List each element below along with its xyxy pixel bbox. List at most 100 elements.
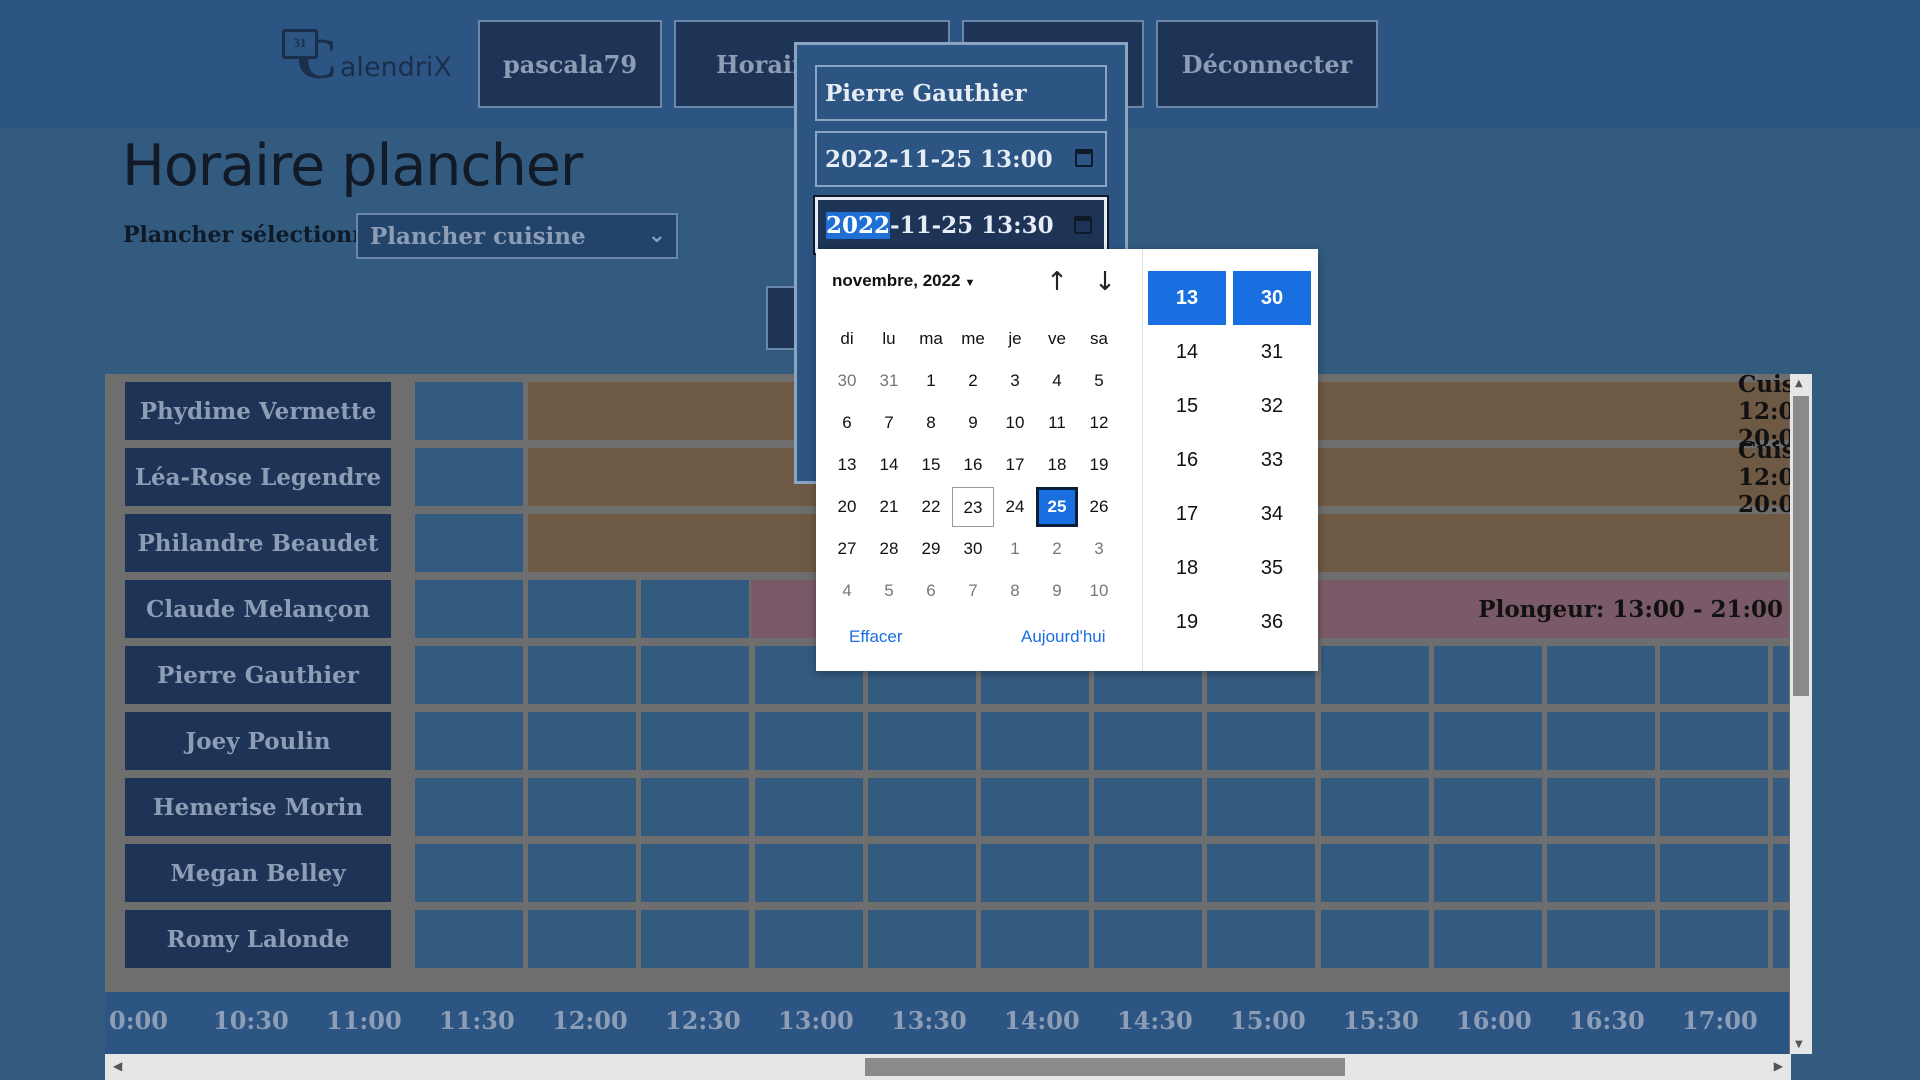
scroll-down-icon[interactable]: ▼ (1795, 1039, 1803, 1050)
calendar-day[interactable]: 10 (1078, 571, 1120, 611)
end-datetime-field[interactable]: 2022 -11-25 13:30 (813, 195, 1109, 255)
calendar-day[interactable]: 6 (910, 571, 952, 611)
schedule-cell[interactable] (1321, 646, 1429, 704)
schedule-cell[interactable] (1094, 844, 1202, 902)
schedule-cell[interactable] (641, 844, 749, 902)
calendar-day[interactable]: 26 (1078, 487, 1120, 527)
calendar-day[interactable]: 9 (1036, 571, 1078, 611)
schedule-cell[interactable] (1547, 646, 1655, 704)
schedule-cell[interactable] (755, 844, 863, 902)
calendar-day[interactable]: 9 (952, 403, 994, 443)
calendar-day[interactable]: 25 (1036, 487, 1078, 527)
employee-name[interactable]: Hemerise Morin (125, 778, 391, 836)
employee-field[interactable]: Pierre Gauthier (815, 65, 1107, 121)
schedule-cell[interactable] (1773, 646, 1789, 704)
logout-button[interactable]: Déconnecter (1156, 20, 1378, 108)
schedule-cell[interactable] (868, 844, 976, 902)
employee-name[interactable]: Claude Melançon (125, 580, 391, 638)
arrow-up-icon[interactable]: ↑ (1042, 267, 1072, 297)
schedule-cell[interactable] (415, 844, 523, 902)
calendar-day[interactable]: 6 (826, 403, 868, 443)
schedule-cell[interactable] (1434, 646, 1542, 704)
calendar-day[interactable]: 22 (910, 487, 952, 527)
calendar-day[interactable]: 27 (826, 529, 868, 569)
calendar-day[interactable]: 1 (994, 529, 1036, 569)
schedule-cell[interactable] (415, 580, 523, 638)
schedule-cell[interactable] (1547, 910, 1655, 968)
schedule-cell[interactable] (415, 382, 523, 440)
schedule-cell[interactable] (528, 778, 636, 836)
scroll-left-icon[interactable]: ◀ (113, 1059, 122, 1073)
schedule-cell[interactable] (1547, 778, 1655, 836)
calendar-day[interactable]: 8 (910, 403, 952, 443)
schedule-cell[interactable] (415, 778, 523, 836)
today-button[interactable]: Aujourd'hui (1021, 627, 1106, 647)
scroll-up-icon[interactable]: ▲ (1795, 378, 1803, 389)
arrow-down-icon[interactable]: ↓ (1090, 267, 1120, 297)
hour-option[interactable]: 16 (1148, 433, 1226, 487)
employee-name[interactable]: Pierre Gauthier (125, 646, 391, 704)
schedule-cell[interactable] (641, 646, 749, 704)
calendar-day[interactable]: 2 (1036, 529, 1078, 569)
calendar-day[interactable]: 2 (952, 361, 994, 401)
hour-option[interactable]: 17 (1148, 487, 1226, 541)
schedule-cell[interactable] (641, 910, 749, 968)
schedule-cell[interactable] (528, 580, 636, 638)
calendar-day[interactable]: 21 (868, 487, 910, 527)
schedule-cell[interactable] (1094, 778, 1202, 836)
calendar-icon[interactable] (1075, 149, 1093, 167)
schedule-cell[interactable] (1434, 712, 1542, 770)
calendar-day[interactable]: 8 (994, 571, 1036, 611)
hour-option[interactable]: 19 (1148, 595, 1226, 649)
schedule-cell[interactable] (528, 844, 636, 902)
schedule-cell[interactable] (1434, 778, 1542, 836)
schedule-cell[interactable] (1773, 778, 1789, 836)
minute-option[interactable]: 32 (1233, 379, 1311, 433)
calendar-day[interactable]: 23 (952, 487, 994, 527)
schedule-cell[interactable] (981, 712, 1089, 770)
month-selector[interactable]: novembre, 2022 ▼ (832, 271, 975, 291)
employee-name[interactable]: Romy Lalonde (125, 910, 391, 968)
employee-name[interactable]: Léa-Rose Legendre (125, 448, 391, 506)
hour-option[interactable]: 15 (1148, 379, 1226, 433)
scroll-thumb[interactable] (865, 1058, 1345, 1076)
calendar-day[interactable]: 1 (910, 361, 952, 401)
schedule-cell[interactable] (755, 712, 863, 770)
schedule-cell[interactable] (1773, 910, 1789, 968)
schedule-cell[interactable] (528, 910, 636, 968)
minute-option[interactable]: 30 (1233, 271, 1311, 325)
floor-select[interactable]: Plancher cuisine ⌄ (356, 213, 678, 259)
schedule-cell[interactable] (1660, 844, 1768, 902)
schedule-cell[interactable] (981, 778, 1089, 836)
schedule-cell[interactable] (1321, 844, 1429, 902)
schedule-cell[interactable] (641, 712, 749, 770)
calendar-day[interactable]: 31 (868, 361, 910, 401)
calendar-day[interactable]: 24 (994, 487, 1036, 527)
schedule-cell[interactable] (1094, 910, 1202, 968)
schedule-cell[interactable] (981, 844, 1089, 902)
calendar-day[interactable]: 20 (826, 487, 868, 527)
schedule-cell[interactable] (1207, 778, 1315, 836)
schedule-cell[interactable] (981, 910, 1089, 968)
schedule-cell[interactable] (1321, 778, 1429, 836)
end-year-segment[interactable]: 2022 (826, 211, 891, 239)
calendar-day[interactable]: 19 (1078, 445, 1120, 485)
calendar-day[interactable]: 10 (994, 403, 1036, 443)
schedule-cell[interactable] (868, 910, 976, 968)
schedule-cell[interactable] (415, 514, 523, 572)
schedule-cell[interactable] (528, 712, 636, 770)
schedule-cell[interactable] (1660, 778, 1768, 836)
schedule-cell[interactable] (1434, 910, 1542, 968)
employee-name[interactable]: Megan Belley (125, 844, 391, 902)
minute-option[interactable]: 35 (1233, 541, 1311, 595)
calendar-day[interactable]: 4 (1036, 361, 1078, 401)
calendar-day[interactable]: 13 (826, 445, 868, 485)
schedule-cell[interactable] (528, 646, 636, 704)
calendar-day[interactable]: 17 (994, 445, 1036, 485)
schedule-cell[interactable] (641, 580, 749, 638)
calendar-day[interactable]: 3 (994, 361, 1036, 401)
calendar-day[interactable]: 7 (952, 571, 994, 611)
schedule-cell[interactable] (1207, 844, 1315, 902)
calendar-day[interactable]: 12 (1078, 403, 1120, 443)
schedule-cell[interactable] (755, 910, 863, 968)
